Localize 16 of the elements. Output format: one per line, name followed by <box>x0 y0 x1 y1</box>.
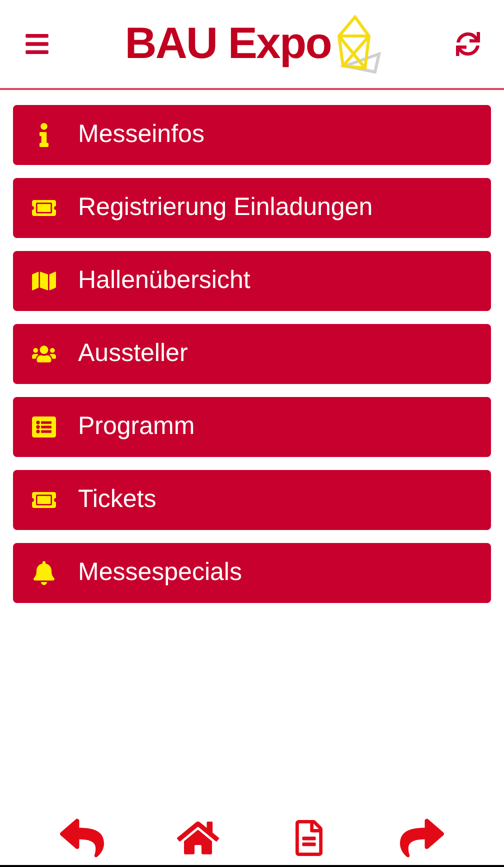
map-icon <box>32 269 56 293</box>
logo-icon <box>335 14 382 74</box>
back-button[interactable] <box>60 816 104 860</box>
logo-text: BAU Expo <box>124 22 332 66</box>
menu-item[interactable]: Messespecials <box>13 543 491 603</box>
menu-item[interactable]: Tickets <box>13 470 491 530</box>
menu-item[interactable]: Messeinfos <box>13 105 491 165</box>
menu-button[interactable] <box>24 31 50 57</box>
forward-button[interactable] <box>400 816 444 860</box>
menu-item[interactable]: Aussteller <box>13 324 491 384</box>
menu-item[interactable]: Programm <box>13 397 491 457</box>
bell-icon <box>32 561 56 585</box>
menu-item[interactable]: Registrierung Einladungen <box>13 178 491 238</box>
list-icon <box>32 415 56 439</box>
menu-item[interactable]: Hallenübersicht <box>13 251 491 311</box>
refresh-button[interactable] <box>456 32 480 56</box>
